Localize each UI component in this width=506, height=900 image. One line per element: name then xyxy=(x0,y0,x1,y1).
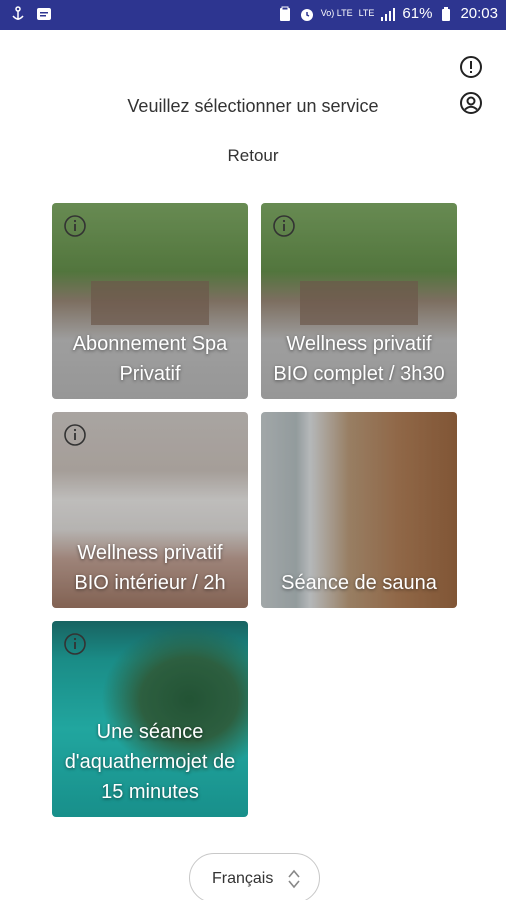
info-icon[interactable] xyxy=(63,214,87,238)
info-icon[interactable] xyxy=(63,632,87,656)
battery-percent: 61% xyxy=(402,5,433,22)
alarm-icon xyxy=(300,8,313,21)
volte-indicator: Vo) LTE xyxy=(320,8,353,18)
info-icon[interactable] xyxy=(63,423,87,447)
service-tile-sauna[interactable]: Séance de sauna xyxy=(261,412,457,608)
service-label: Séance de sauna xyxy=(281,572,437,594)
status-bar-notifications xyxy=(10,6,52,22)
message-icon xyxy=(37,8,51,20)
sort-arrows-icon xyxy=(288,869,300,889)
language-select-value: Français xyxy=(212,870,274,887)
status-bar-system: Vo) LTE LTE 61% 20:03 xyxy=(277,5,498,22)
lte-indicator: LTE xyxy=(358,8,375,18)
clipboard-icon xyxy=(279,6,290,21)
language-select[interactable]: Français xyxy=(189,853,320,900)
service-tile-abonnement-spa[interactable]: Abonnement Spa Privatif xyxy=(52,203,248,399)
service-label: Abonnement Spa Privatif xyxy=(72,333,228,385)
anchor-icon xyxy=(12,6,24,20)
info-icon[interactable] xyxy=(272,214,296,238)
battery-icon xyxy=(442,6,451,21)
alert-info-icon[interactable] xyxy=(459,55,483,79)
clock: 20:03 xyxy=(460,5,498,22)
signal-icon xyxy=(381,7,396,21)
service-label: Wellness privatif BIO intérieur / 2h xyxy=(74,542,226,594)
status-bar: Vo) LTE LTE 61% 20:03 xyxy=(0,0,506,30)
back-button[interactable]: Retour xyxy=(0,146,506,166)
service-tile-wellness-interieur[interactable]: Wellness privatif BIO intérieur / 2h xyxy=(52,412,248,608)
service-label: Une séance d'aquathermojet de 15 minutes xyxy=(64,721,236,803)
service-label: Wellness privatif BIO complet / 3h30 xyxy=(273,333,445,385)
page-title: Veuillez sélectionner un service xyxy=(127,96,379,116)
service-tile-wellness-complet[interactable]: Wellness privatif BIO complet / 3h30 xyxy=(261,203,457,399)
service-tile-aquathermojet[interactable]: Une séance d'aquathermojet de 15 minutes xyxy=(52,621,248,817)
